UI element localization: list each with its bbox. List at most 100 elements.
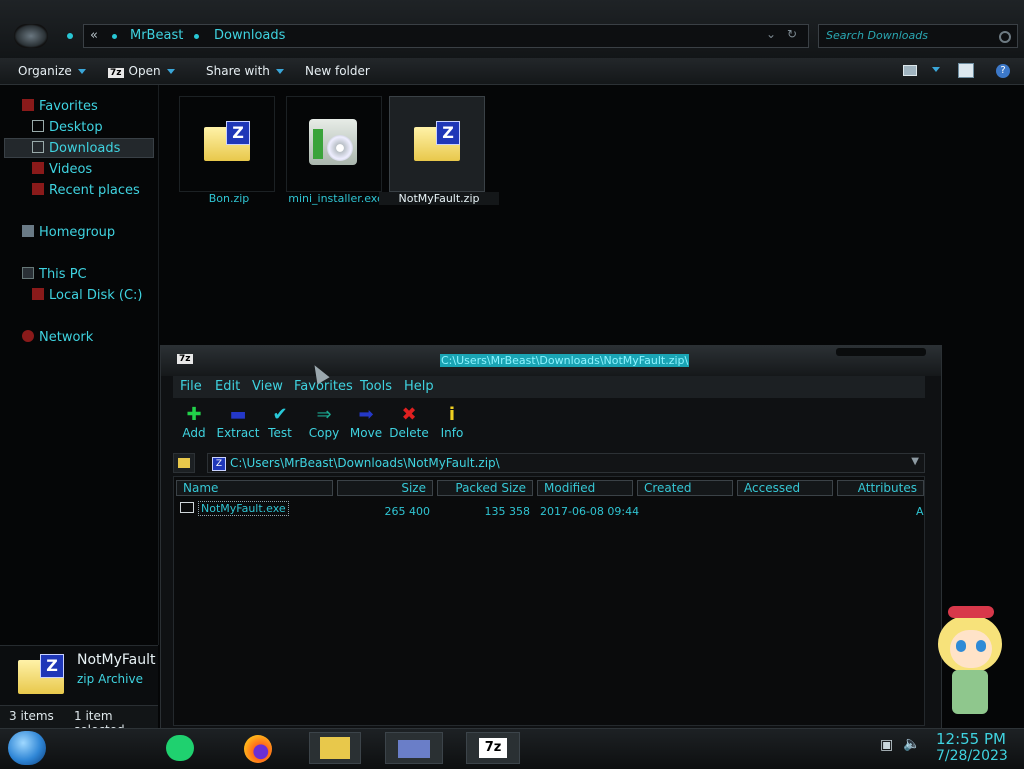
start-orb-icon[interactable] xyxy=(8,731,46,765)
taskbar-7zip[interactable]: 7z xyxy=(466,732,520,764)
table-row[interactable] xyxy=(174,477,924,478)
zip-archive-icon: Z xyxy=(204,121,250,161)
taskbar-window-card[interactable] xyxy=(385,732,443,764)
row-modified: 2017-06-08 09:44 xyxy=(540,505,640,518)
taskbar-firefox[interactable] xyxy=(236,732,288,764)
up-folder-button[interactable] xyxy=(173,453,195,473)
column-header-size[interactable]: Size xyxy=(337,480,433,496)
network-tray-icon[interactable]: ▣ xyxy=(880,737,893,753)
info-icon: i xyxy=(448,404,456,425)
downloads-icon xyxy=(32,141,44,153)
share-with-button[interactable]: Share with xyxy=(206,64,284,78)
nav-downloads-label: Downloads xyxy=(49,141,121,156)
window-controls[interactable] xyxy=(836,348,926,356)
taskbar-file-explorer[interactable] xyxy=(309,732,361,764)
new-folder-button[interactable]: New folder xyxy=(305,64,370,78)
column-header-name[interactable]: Name xyxy=(176,480,333,496)
clock-time[interactable]: 12:55 PM xyxy=(936,730,1006,748)
column-header-attributes[interactable]: Attributes xyxy=(837,480,924,496)
info-button[interactable]: i Info xyxy=(429,404,475,440)
zip-archive-icon: Z xyxy=(414,121,460,161)
delete-button[interactable]: ✖ Delete xyxy=(386,404,432,440)
view-options-button[interactable] xyxy=(926,62,940,76)
nav-local-disk[interactable]: Local Disk (C:) xyxy=(32,288,142,303)
menu-help[interactable]: Help xyxy=(404,379,434,394)
file-item-mini-installer[interactable]: mini_installer.exe xyxy=(286,96,386,216)
menu-view[interactable]: View xyxy=(252,379,283,394)
recent-places-icon xyxy=(32,183,44,195)
7zip-icon: 7z xyxy=(479,738,507,758)
clock-date[interactable]: 7/28/2023 xyxy=(936,748,1008,764)
7zip-path-input[interactable]: Z C:\Users\MrBeast\Downloads\NotMyFault.… xyxy=(207,453,925,473)
row-name[interactable]: NotMyFault.exe xyxy=(198,501,289,516)
favorites-star-icon xyxy=(22,99,34,111)
status-item-count: 3 items xyxy=(9,709,54,723)
nav-homegroup[interactable]: Homegroup xyxy=(22,225,115,240)
file-name: Bon.zip xyxy=(208,192,250,205)
file-name: NotMyFault.zip xyxy=(379,192,499,205)
back-forward-orb-icon[interactable] xyxy=(14,24,48,48)
nav-downloads[interactable]: Downloads xyxy=(32,141,120,156)
column-header-accessed[interactable]: Accessed xyxy=(737,480,833,496)
nav-favorites[interactable]: Favorites xyxy=(22,99,98,114)
nav-network-label: Network xyxy=(39,330,94,345)
menu-tools[interactable]: Tools xyxy=(360,379,392,394)
menu-file[interactable]: File xyxy=(180,379,202,394)
local-disk-icon xyxy=(32,288,44,300)
firefox-icon xyxy=(244,735,272,763)
nav-this-pc[interactable]: This PC xyxy=(22,267,87,282)
file-item-notmyfault-zip[interactable]: Z NotMyFault.zip xyxy=(379,96,499,216)
nav-recent-places-label: Recent places xyxy=(49,183,140,198)
column-header-packed-size[interactable]: Packed Size xyxy=(437,480,533,496)
address-bar[interactable]: « MrBeast Downloads ⌄ ↻ xyxy=(83,24,809,48)
breadcrumb-downloads[interactable]: Downloads xyxy=(214,28,285,43)
videos-icon xyxy=(32,162,44,174)
nav-videos[interactable]: Videos xyxy=(32,162,92,177)
extract-button[interactable]: ▬ Extract xyxy=(215,404,261,440)
add-button[interactable]: ✚ Add xyxy=(171,404,217,440)
change-view-icon[interactable] xyxy=(903,65,917,76)
move-button[interactable]: ➡ Move xyxy=(343,404,389,440)
taskbar-notes-app[interactable] xyxy=(160,732,212,764)
nav-favorites-label: Favorites xyxy=(39,99,98,114)
nav-recent-places[interactable]: Recent places xyxy=(32,183,140,198)
path-dropdown-icon[interactable]: ▼ xyxy=(911,456,919,467)
help-icon[interactable]: ? xyxy=(996,64,1010,78)
open-button[interactable]: 7z Open xyxy=(108,64,175,78)
menu-favorites[interactable]: Favorites xyxy=(294,379,353,394)
explorer-command-bar: Organize 7z Open Share with New folder ? xyxy=(0,58,1024,85)
details-file-name: NotMyFault.z xyxy=(77,652,157,668)
copy-button[interactable]: ⇒ Copy xyxy=(301,404,347,440)
preview-pane-icon[interactable] xyxy=(958,63,974,78)
recent-pages-dot-icon[interactable] xyxy=(67,33,73,39)
delete-label: Delete xyxy=(389,426,429,440)
file-explorer-icon xyxy=(320,737,350,759)
column-header-created[interactable]: Created xyxy=(637,480,733,496)
organize-button[interactable]: Organize xyxy=(18,64,86,78)
installer-disc-icon xyxy=(309,119,357,165)
address-dropdown-icon[interactable]: ⌄ xyxy=(766,27,776,41)
7zip-title-bar[interactable]: 7z C:\Users\MrBeast\Downloads\NotMyFault… xyxy=(161,346,941,376)
network-globe-icon xyxy=(22,330,34,342)
nav-homegroup-label: Homegroup xyxy=(39,225,116,240)
refresh-icon[interactable]: ↻ xyxy=(787,27,797,41)
details-file-type: zip Archive xyxy=(77,672,143,686)
file-name: mini_installer.exe xyxy=(288,192,384,205)
search-icon[interactable] xyxy=(999,31,1011,43)
zip-archive-icon: Z xyxy=(212,457,226,471)
breadcrumb-mrbeast[interactable]: MrBeast xyxy=(130,28,183,43)
column-header-modified[interactable]: Modified xyxy=(537,480,633,496)
test-label: Test xyxy=(268,426,292,440)
7zip-file-list: Name Size Packed Size Modified Created A… xyxy=(173,476,925,726)
nav-desktop[interactable]: Desktop xyxy=(32,120,103,135)
search-input[interactable]: Search Downloads xyxy=(818,24,1018,48)
up-folder-icon xyxy=(178,458,190,468)
nav-network[interactable]: Network xyxy=(22,330,93,345)
volume-icon[interactable]: 🔈 xyxy=(903,736,920,752)
nav-desktop-label: Desktop xyxy=(49,120,103,135)
test-button[interactable]: ✔ Test xyxy=(257,404,303,440)
file-item-bon-zip[interactable]: Z Bon.zip xyxy=(179,96,279,216)
delete-x-icon: ✖ xyxy=(401,404,417,425)
menu-edit[interactable]: Edit xyxy=(215,379,240,394)
7zip-menu-bar: File Edit View Favorites Tools Help xyxy=(173,376,925,398)
